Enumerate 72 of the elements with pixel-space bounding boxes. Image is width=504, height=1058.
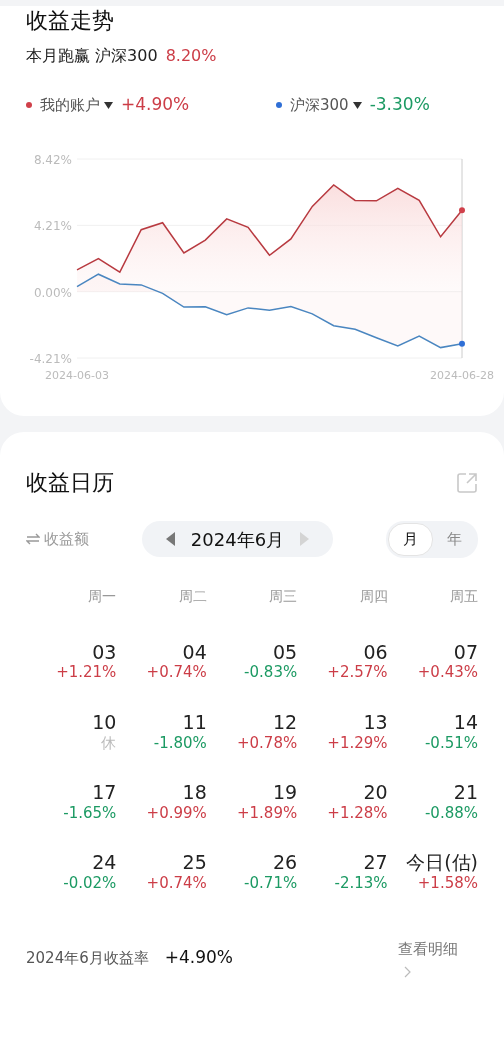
view-tab[interactable]: 月 xyxy=(388,523,433,556)
day-number: 12 xyxy=(272,710,298,734)
day-number: 24 xyxy=(91,851,117,875)
day-number: 20 xyxy=(362,781,388,804)
day-return: -0.71% xyxy=(243,874,298,894)
day-return: +1.89% xyxy=(235,803,298,824)
axis-label: 0.00% xyxy=(33,285,72,300)
previous-month-icon[interactable] xyxy=(165,532,175,547)
section-title: 收益走势 xyxy=(26,8,115,35)
day-return: +0.78% xyxy=(235,733,298,754)
day-number: 今日(估) xyxy=(405,851,478,875)
day-number: 05 xyxy=(272,640,298,664)
day-number: 17 xyxy=(91,781,117,804)
axis-label: 2024-06-03 xyxy=(45,368,109,382)
day-number: 13 xyxy=(362,710,388,734)
day-number: 14 xyxy=(452,710,478,734)
comparison-label: 本月跑赢 沪深300 xyxy=(26,45,158,68)
day-return: +1.21% xyxy=(55,663,117,683)
series-return: -3.30% xyxy=(369,93,430,117)
day-number: 07 xyxy=(452,640,478,664)
swap-icon[interactable] xyxy=(26,533,40,546)
axis-label: 4.21% xyxy=(33,219,72,234)
day-return: +1.58% xyxy=(416,874,478,894)
day-number: 04 xyxy=(181,640,207,664)
day-return: -2.13% xyxy=(333,874,388,894)
comparison-value: 8.20% xyxy=(165,45,217,68)
day-return: -1.65% xyxy=(62,803,117,824)
day-return: +1.29% xyxy=(326,733,388,754)
end-point-marker xyxy=(459,340,465,347)
day-number: 11 xyxy=(181,710,207,734)
day-return: +0.43% xyxy=(416,663,478,683)
day-number: 21 xyxy=(452,781,478,804)
day-return: +0.74% xyxy=(145,874,207,894)
dropdown-caret-icon xyxy=(104,101,113,109)
day-return: -0.51% xyxy=(423,733,478,754)
summary-label: 2024年6月收益率 xyxy=(26,947,149,969)
dropdown-caret-icon xyxy=(352,101,362,109)
chevron-right-icon xyxy=(404,966,412,979)
day-number: 06 xyxy=(362,640,388,664)
details-link[interactable]: 查看明细 xyxy=(398,937,458,979)
day-number: 26 xyxy=(272,851,298,875)
day-return: -0.83% xyxy=(243,663,298,683)
series-dropdown[interactable]: 沪深300 xyxy=(290,93,362,117)
day-return: +0.99% xyxy=(145,803,207,824)
day-number: 03 xyxy=(91,640,117,664)
weekday-label: 周一 xyxy=(87,586,117,606)
day-return: +1.28% xyxy=(326,803,388,824)
section-title: 收益日历 xyxy=(26,469,114,497)
series-dropdown[interactable]: 我的账户 xyxy=(40,93,113,117)
axis-label: -4.21% xyxy=(29,351,72,366)
day-number: 18 xyxy=(181,781,207,804)
series-return: +4.90% xyxy=(121,93,190,117)
day-return: +0.74% xyxy=(145,663,207,683)
day-number: 25 xyxy=(181,851,207,875)
axis-label: 8.42% xyxy=(33,152,72,167)
day-number: 10 xyxy=(91,710,117,734)
day-return: 休 xyxy=(100,733,117,754)
share-icon[interactable] xyxy=(456,471,478,494)
weekday-label: 周二 xyxy=(177,586,207,606)
axis-label: 2024-06-28 xyxy=(430,368,494,382)
weekday-label: 周五 xyxy=(449,586,478,606)
day-return: -0.02% xyxy=(62,874,117,894)
weekday-label: 周三 xyxy=(268,586,298,606)
month-label: 2024年6月 xyxy=(190,527,285,552)
summary-value: +4.90% xyxy=(164,946,233,970)
weekday-label: 周四 xyxy=(358,586,388,606)
day-return: +2.57% xyxy=(326,663,388,683)
day-number: 19 xyxy=(272,781,298,804)
day-number: 27 xyxy=(362,851,388,875)
day-return: -1.80% xyxy=(152,733,207,754)
end-point-marker xyxy=(459,207,465,214)
day-return: -0.88% xyxy=(423,803,478,824)
